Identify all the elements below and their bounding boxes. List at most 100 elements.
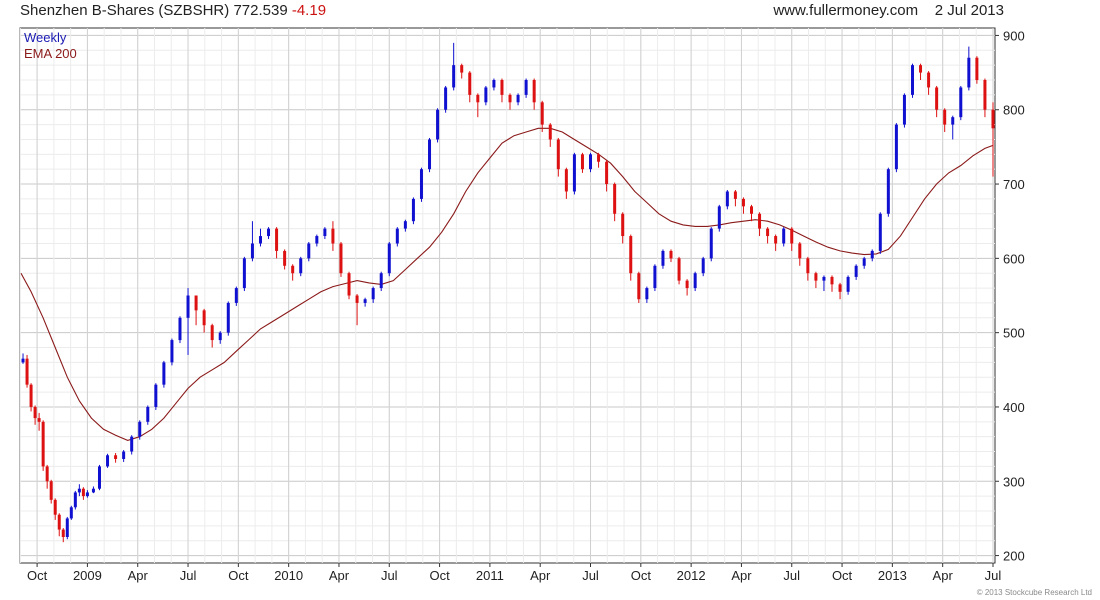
x-tick-label: 2010 <box>274 568 303 583</box>
candle-body <box>685 280 689 289</box>
candle <box>935 85 939 118</box>
candle-body <box>774 236 778 244</box>
candle-body <box>97 466 101 489</box>
candle-body <box>114 455 118 459</box>
candle <box>540 100 544 133</box>
x-tick-label: Jul <box>180 568 197 583</box>
candle-body <box>395 228 399 244</box>
candle-body <box>951 117 955 125</box>
candle <box>468 71 472 103</box>
candle <box>210 323 214 348</box>
candle-body <box>661 250 665 266</box>
candle-body <box>315 236 319 244</box>
chart-plot: 200300400500600700800900 Oct 2009 Apr Jul Oc… <box>19 27 1025 583</box>
x-tick-label: Jul <box>381 568 398 583</box>
candle-body <box>122 451 126 459</box>
candle-body <box>202 310 206 326</box>
candle-body <box>758 213 762 229</box>
x-tick-label: 2011 <box>476 568 504 583</box>
candle-body <box>750 206 754 214</box>
candle-body <box>258 236 262 244</box>
candle <box>645 286 649 303</box>
candle-body <box>476 94 480 103</box>
candle-body <box>613 184 617 214</box>
candle <box>91 486 95 494</box>
candle-body <box>935 87 939 110</box>
x-tick-label: Apr <box>128 568 149 583</box>
candle <box>983 78 987 118</box>
candle <box>178 316 182 344</box>
candle <box>41 420 45 471</box>
candle <box>267 227 271 240</box>
candle-body <box>508 94 512 103</box>
candle-body <box>838 284 842 292</box>
candle <box>532 78 536 110</box>
x-tick-label: 2009 <box>73 568 102 583</box>
candle <box>597 152 601 168</box>
candle <box>275 227 279 259</box>
candle <box>323 227 327 240</box>
candle-body <box>331 228 335 244</box>
candle <box>500 78 504 103</box>
candle-body <box>846 276 850 292</box>
candle-body <box>81 488 85 497</box>
x-tick-label: Apr <box>731 568 752 583</box>
x-axis: Oct 2009 Apr Jul Oct 2010 Apr Jul Oct 2011 Apr Jul O… <box>27 563 1001 583</box>
candle-body <box>637 273 641 300</box>
candle <box>750 204 754 222</box>
candle <box>862 256 866 269</box>
candle-body <box>323 228 327 237</box>
candle-body <box>967 57 971 88</box>
candle-body <box>444 87 448 110</box>
y-tick-label: 400 <box>1003 400 1025 415</box>
candle <box>436 108 440 143</box>
candle-body <box>452 65 456 88</box>
candle-body <box>669 250 673 259</box>
candle-body <box>428 139 432 170</box>
candle <box>170 338 174 366</box>
candle-body <box>741 198 745 207</box>
candle-body <box>500 80 504 95</box>
candle-body <box>709 228 713 259</box>
candle <box>73 490 77 510</box>
candle-body <box>275 228 279 251</box>
candle-body <box>991 109 995 129</box>
candle <box>122 450 126 462</box>
candle-body <box>347 273 351 296</box>
candle <box>919 63 923 81</box>
x-tick-label: Oct <box>631 568 652 583</box>
candle <box>162 360 166 388</box>
candle-body <box>894 124 898 170</box>
candle-body <box>677 258 681 281</box>
candle-body <box>307 243 311 259</box>
x-tick-label: Jul <box>582 568 599 583</box>
candle-body <box>460 65 464 73</box>
candle-body <box>766 228 770 237</box>
candle-body <box>77 488 81 493</box>
candle-body <box>556 139 560 170</box>
candle-body <box>194 295 198 311</box>
candle <box>283 249 287 270</box>
candle-body <box>870 250 874 259</box>
candle <box>250 221 254 262</box>
candle-body <box>65 518 69 537</box>
candle-body <box>146 406 150 422</box>
candle-body <box>798 243 802 259</box>
candle <box>363 297 367 307</box>
candle <box>741 197 745 214</box>
candle <box>194 295 198 326</box>
candle <box>846 275 850 295</box>
candle-body <box>693 273 697 289</box>
candle <box>291 264 295 281</box>
candle <box>629 234 633 281</box>
candle-body <box>983 80 987 110</box>
candle <box>226 301 230 336</box>
candle <box>766 227 770 244</box>
candle <box>154 383 158 410</box>
candle <box>717 204 721 232</box>
y-tick-label: 900 <box>1003 28 1025 43</box>
candle <box>677 256 681 285</box>
candle <box>411 197 415 225</box>
candle-body <box>645 288 649 300</box>
candle <box>508 93 512 110</box>
